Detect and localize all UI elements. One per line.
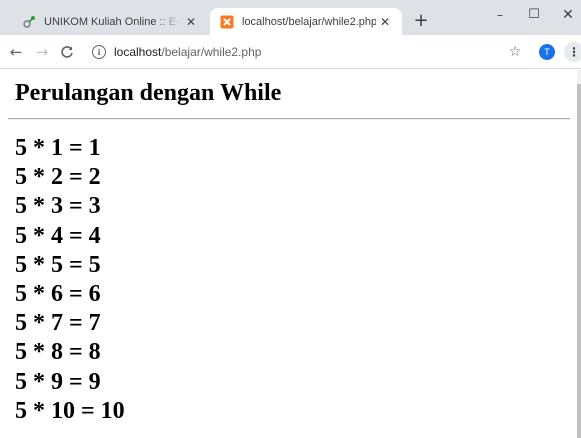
- tab-while2[interactable]: localhost/belajar/while2.php ✕: [210, 8, 402, 35]
- tab-strip: UNIKOM Kuliah Online :: E-Learning ✕ loc…: [0, 0, 581, 35]
- scrollbar-thumb[interactable]: [577, 84, 581, 438]
- tab-title: UNIKOM Kuliah Online :: E-Learning: [44, 15, 182, 28]
- info-icon[interactable]: i: [92, 45, 106, 59]
- maximize-button[interactable]: ☐: [517, 0, 551, 30]
- result-line: 5 * 4 = 4: [15, 222, 101, 249]
- browser-toolbar: ← → i localhost/belajar/while2.php: [0, 35, 581, 69]
- result-line: 5 * 1 = 1: [15, 135, 101, 161]
- result-line: 5 * 3 = 3: [15, 193, 101, 220]
- url-path: /belajar/while2.php: [161, 45, 262, 59]
- results-list: 5 * 1 = 1 5 * 2 = 2 5 * 3 = 3 5 * 4 = 4 …: [15, 134, 125, 426]
- forward-icon[interactable]: →: [33, 43, 51, 61]
- window-close-button[interactable]: ✕: [551, 0, 581, 30]
- tab-close-icon[interactable]: ✕: [182, 15, 200, 29]
- url-text: localhost/belajar/while2.php: [114, 45, 261, 59]
- profile-avatar[interactable]: T: [539, 44, 555, 60]
- address-bar[interactable]: i localhost/belajar/while2.php: [86, 40, 532, 64]
- result-line: 5 * 5 = 5: [15, 251, 101, 278]
- reload-icon[interactable]: [58, 43, 76, 61]
- menu-icon[interactable]: ⋮: [564, 42, 581, 62]
- page-title: Perulangan dengan While: [15, 80, 282, 106]
- divider: [8, 118, 570, 120]
- url-host: localhost: [114, 45, 162, 59]
- result-line: 5 * 6 = 6: [15, 280, 101, 307]
- result-line: 5 * 9 = 9: [15, 368, 101, 395]
- new-tab-button[interactable]: +: [410, 10, 432, 32]
- result-line: 5 * 8 = 8: [15, 339, 101, 366]
- xampp-favicon-icon: [220, 15, 234, 29]
- tab-close-icon[interactable]: ✕: [376, 15, 394, 29]
- tab-unikom[interactable]: UNIKOM Kuliah Online :: E-Learning ✕: [8, 8, 208, 35]
- bookmark-star-icon[interactable]: ☆: [507, 44, 523, 60]
- result-line: 5 * 7 = 7: [15, 310, 101, 337]
- result-line: 5 * 2 = 2: [15, 164, 101, 191]
- unikom-favicon-icon: [22, 15, 36, 29]
- minimize-button[interactable]: –: [483, 0, 517, 30]
- tab-title: localhost/belajar/while2.php: [242, 15, 376, 28]
- back-icon[interactable]: ←: [7, 43, 25, 61]
- result-line: 5 * 10 = 10: [15, 397, 125, 424]
